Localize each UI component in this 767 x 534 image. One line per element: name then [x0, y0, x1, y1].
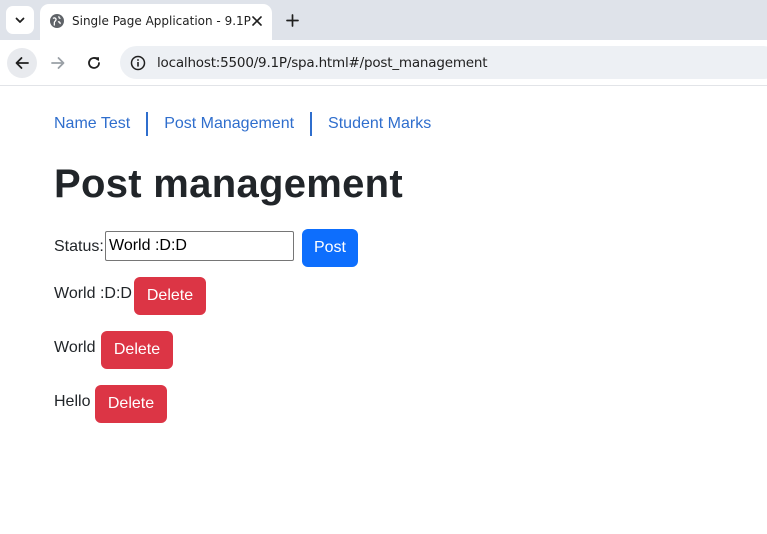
delete-button[interactable]: Delete	[101, 331, 173, 369]
back-button[interactable]	[7, 48, 37, 78]
url-text: localhost:5500/9.1P/spa.html#/post_manag…	[157, 55, 488, 71]
tab-close-button[interactable]	[248, 12, 266, 30]
nav-divider	[146, 112, 149, 136]
chevron-down-icon	[15, 17, 25, 23]
address-bar[interactable]: localhost:5500/9.1P/spa.html#/post_manag…	[120, 46, 767, 79]
reload-icon	[88, 57, 100, 69]
forward-button[interactable]	[43, 48, 73, 78]
page-nav: Name Test Post Management Student Marks	[54, 112, 431, 136]
tab-title: Single Page Application - 9.1P	[72, 14, 251, 28]
nav-link-post-management[interactable]: Post Management	[164, 115, 294, 133]
status-form: Status: Post	[54, 229, 374, 267]
arrow-left-icon	[15, 57, 29, 69]
delete-button[interactable]: Delete	[95, 385, 167, 423]
arrow-right-icon	[51, 57, 65, 69]
post-item: World Delete	[54, 331, 354, 369]
globe-icon	[50, 14, 64, 28]
post-text: Hello	[54, 393, 91, 410]
nav-divider	[310, 112, 313, 136]
new-tab-button[interactable]	[282, 10, 302, 30]
browser-tab-active[interactable]: Single Page Application - 9.1P	[40, 4, 272, 40]
page-title: Post management	[54, 162, 404, 206]
browser-toolbar: localhost:5500/9.1P/spa.html#/post_manag…	[0, 40, 767, 86]
nav-link-name-test[interactable]: Name Test	[54, 115, 130, 133]
plus-icon	[285, 13, 299, 27]
post-text: World :D:D	[54, 285, 132, 302]
nav-link-student-marks[interactable]: Student Marks	[328, 115, 431, 133]
site-info-icon[interactable]	[128, 53, 148, 73]
post-item: Hello Delete	[54, 385, 354, 423]
reload-button[interactable]	[79, 48, 109, 78]
tab-search-button[interactable]	[6, 6, 34, 34]
post-button[interactable]: Post	[302, 229, 358, 267]
status-input[interactable]	[105, 231, 294, 261]
delete-button[interactable]: Delete	[134, 277, 206, 315]
close-icon	[252, 16, 262, 26]
post-item: World :D:D Delete	[54, 277, 354, 315]
browser-tab-strip: Single Page Application - 9.1P	[0, 0, 767, 40]
status-label: Status:	[54, 238, 104, 255]
post-text: World	[54, 339, 96, 356]
